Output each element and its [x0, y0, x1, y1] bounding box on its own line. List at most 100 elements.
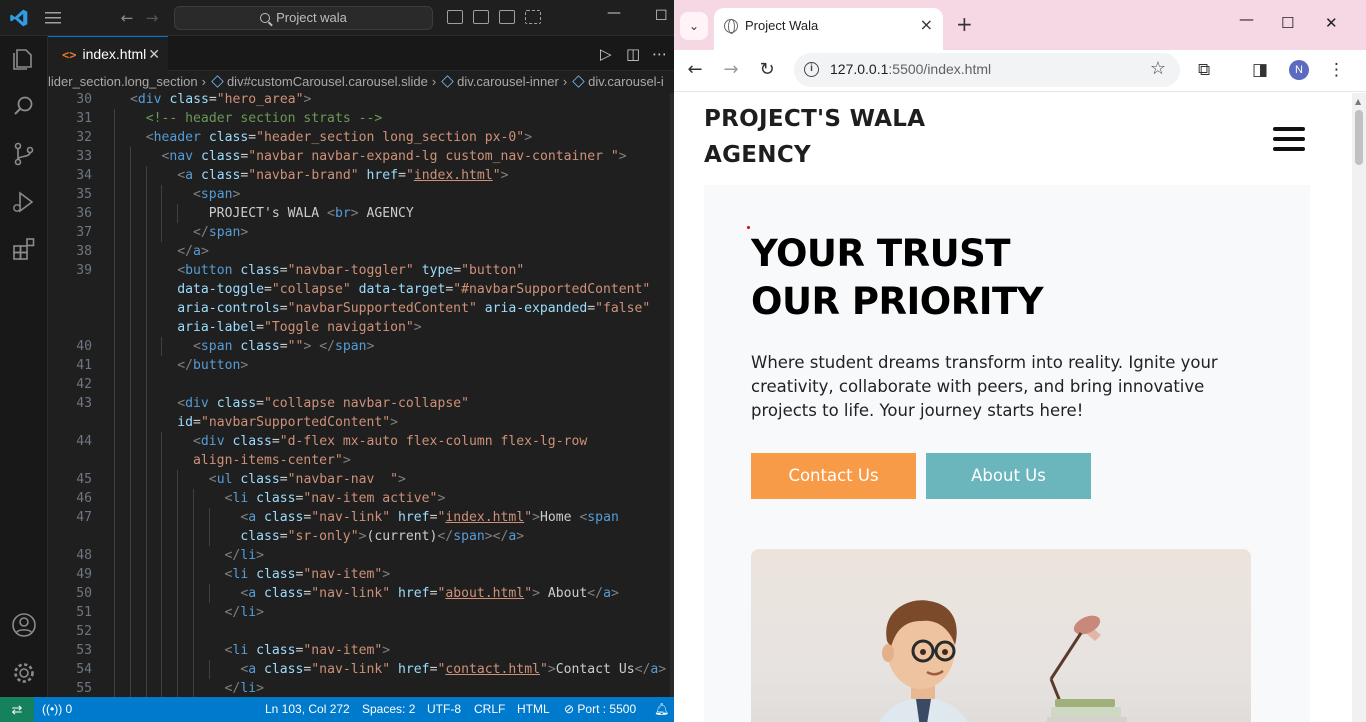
toggle-secondary-sidebar-icon[interactable] [499, 10, 515, 24]
forward-icon[interactable]: → [719, 59, 743, 80]
code-line[interactable]: </a> [177, 242, 209, 261]
close-window-icon[interactable]: ✕ [1325, 14, 1338, 32]
indent-guide [129, 679, 131, 697]
extensions-icon[interactable] [11, 236, 37, 262]
extensions-puzzle-icon[interactable]: ⧉ [1198, 60, 1210, 80]
code-line[interactable]: <a class="navbar-brand" href="index.html… [177, 166, 508, 185]
code-line[interactable]: <li class="nav-item"> [225, 565, 391, 584]
code-line[interactable]: </li> [225, 603, 264, 622]
navbar-brand[interactable]: PROJECT'S WALA AGENCY [704, 101, 925, 173]
about-us-button[interactable]: About Us [926, 453, 1091, 499]
indent-guide [129, 375, 131, 394]
notifications-bell-icon[interactable]: 🔔︎ [654, 697, 669, 722]
command-center-text: Project wala [276, 10, 347, 25]
code-line[interactable]: <div class="collapse navbar-collapse" [177, 394, 469, 413]
bookmark-star-icon[interactable]: ☆ [1150, 58, 1166, 79]
split-editor-icon[interactable]: ◫ [626, 45, 640, 63]
code-line[interactable]: id="navbarSupportedContent"> [177, 413, 398, 432]
code-line[interactable]: align-items-center"> [193, 451, 351, 470]
address-bar[interactable]: i 127.0.0.1:5500/index.html ☆ [794, 53, 1180, 87]
reload-icon[interactable]: ↻ [755, 59, 779, 80]
account-icon[interactable] [11, 612, 37, 638]
breadcrumb-item[interactable]: lider_section.long_section [48, 74, 198, 89]
language-status[interactable]: HTML [517, 697, 550, 722]
code-editor[interactable]: 30 31 32 33 34 35 36 37 38 39 40 41 42 43 44 45 46 47 48 49… [48, 93, 674, 697]
cursor-position[interactable]: Ln 103, Col 272 [265, 697, 350, 722]
back-icon[interactable]: ← [683, 59, 707, 80]
code-line[interactable]: </button> [177, 356, 248, 375]
indent-guide [129, 451, 131, 470]
menu-icon[interactable] [44, 10, 62, 26]
indent-guide [145, 603, 147, 622]
back-arrow-icon[interactable]: ← [118, 9, 136, 27]
breadcrumb-item[interactable]: div#customCarousel.carousel.slide [227, 74, 428, 89]
side-panel-icon[interactable]: ◨ [1252, 60, 1268, 80]
scrollbar-thumb[interactable] [1355, 110, 1363, 165]
code-line[interactable]: <ul class="navbar-nav "> [209, 470, 406, 489]
tab-index-html[interactable]: <> index.html ✕ [48, 36, 168, 71]
code-line[interactable]: <a class="nav-link" href="about.html"> A… [240, 584, 619, 603]
contact-us-button[interactable]: Contact Us [751, 453, 916, 499]
profile-avatar[interactable]: N [1289, 60, 1309, 80]
forward-arrow-icon[interactable]: → [143, 9, 161, 27]
code-line[interactable]: aria-label="Toggle navigation"> [177, 318, 421, 337]
code-line[interactable]: <li class="nav-item"> [225, 641, 391, 660]
breadcrumb-item[interactable]: div.carousel-inner [457, 74, 559, 89]
indent-guide [129, 261, 131, 280]
command-center-search[interactable]: Project wala [174, 6, 433, 30]
maximize-icon[interactable]: ☐ [655, 8, 668, 24]
tab-search-icon[interactable]: ⌄ [680, 12, 708, 40]
hamburger-menu-icon[interactable] [1273, 127, 1305, 151]
indent-guide [177, 584, 179, 603]
code-line[interactable]: <button class="navbar-toggler" type="but… [177, 261, 524, 280]
code-line[interactable]: <!-- header section strats --> [146, 109, 383, 128]
explorer-icon[interactable] [11, 46, 37, 72]
eol-status[interactable]: CRLF [474, 697, 505, 722]
code-line[interactable]: <nav class="navbar navbar-expand-lg cust… [162, 147, 627, 166]
toggle-primary-sidebar-icon[interactable] [447, 10, 463, 24]
scroll-up-icon[interactable]: ▲ [1355, 97, 1361, 106]
indent-guide [129, 584, 131, 603]
close-tab-icon[interactable]: × [920, 15, 933, 34]
code-line[interactable]: <span class=""> </span> [193, 337, 374, 356]
page-scrollbar[interactable]: ▲ [1352, 93, 1366, 722]
code-line[interactable]: </li> [225, 546, 264, 565]
encoding-status[interactable]: UTF-8 [427, 697, 461, 722]
run-icon[interactable]: ▷ [600, 45, 612, 63]
code-line[interactable]: <div class="hero_area"> [130, 93, 311, 109]
code-line[interactable]: </li> [225, 679, 264, 697]
customize-layout-icon[interactable] [525, 10, 541, 24]
minimize-icon[interactable]: — [607, 5, 621, 21]
close-icon[interactable]: ✕ [148, 37, 160, 71]
live-server-status[interactable]: ⊘ Port : 5500 [564, 697, 636, 722]
code-line[interactable]: <li class="nav-item active"> [225, 489, 446, 508]
code-line[interactable]: <a class="nav-link" href="index.html">Ho… [240, 508, 619, 527]
code-line[interactable]: PROJECT's WALA <br> AGENCY [209, 204, 414, 223]
more-actions-icon[interactable]: ⋯ [652, 45, 667, 63]
toggle-panel-icon[interactable] [473, 10, 489, 24]
maximize-icon[interactable]: ☐ [1281, 14, 1294, 32]
remote-icon[interactable]: ⇄ [0, 697, 34, 722]
site-info-icon[interactable]: i [804, 62, 819, 77]
code-line[interactable]: <div class="d-flex mx-auto flex-column f… [193, 432, 587, 451]
new-tab-icon[interactable]: + [956, 13, 973, 35]
url-text[interactable]: 127.0.0.1:5500/index.html [830, 61, 991, 77]
run-debug-icon[interactable] [11, 189, 37, 215]
tab-project-wala[interactable]: Project Wala × [714, 8, 943, 50]
code-line[interactable]: <a class="nav-link" href="contact.html">… [240, 660, 666, 679]
minimize-icon[interactable]: — [1239, 10, 1254, 28]
code-line[interactable]: aria-controls="navbarSupportedContent" a… [177, 299, 650, 318]
indentation-status[interactable]: Spaces: 2 [362, 697, 415, 722]
indent-guide [192, 584, 194, 603]
code-line[interactable]: class="sr-only">(current)</span></a> [240, 527, 524, 546]
menu-kebab-icon[interactable]: ⋮ [1328, 60, 1345, 80]
code-line[interactable]: <span> [193, 185, 240, 204]
code-line[interactable]: </span> [193, 223, 248, 242]
breadcrumb-item[interactable]: div.carousel-i [588, 74, 664, 89]
problems-status[interactable]: ((•)) 0 [42, 697, 72, 722]
search-icon[interactable] [11, 93, 37, 119]
source-control-icon[interactable] [11, 141, 37, 167]
code-line[interactable]: data-toggle="collapse" data-target="#nav… [177, 280, 650, 299]
settings-gear-icon[interactable] [11, 660, 37, 686]
code-line[interactable]: <header class="header_section long_secti… [146, 128, 532, 147]
